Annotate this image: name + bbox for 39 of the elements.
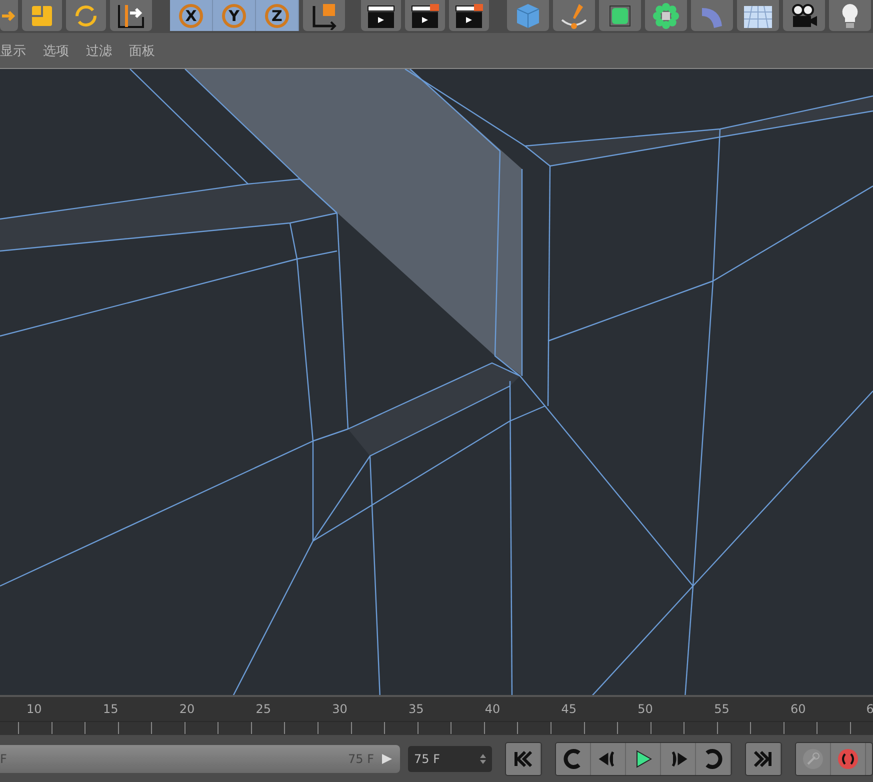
ruler-label: 10 <box>26 702 43 716</box>
floor-grid-icon[interactable] <box>737 0 779 31</box>
pen-icon[interactable] <box>553 0 595 31</box>
ruler-label: 60 <box>789 702 807 716</box>
scale-tool-icon[interactable] <box>22 0 62 31</box>
record-icon <box>837 748 859 770</box>
ruler-label: 20 <box>178 702 196 716</box>
ruler-label: 6 <box>866 702 873 716</box>
menu-item[interactable]: 面板 <box>129 42 155 60</box>
clapperboard-icon[interactable] <box>405 0 445 31</box>
key-icon <box>802 748 824 770</box>
ruler-label: 30 <box>331 702 348 716</box>
ruler-label: 35 <box>408 702 425 716</box>
clapperboard-icon[interactable] <box>361 0 401 31</box>
ruler-label: 55 <box>713 702 730 716</box>
spinner-icon <box>480 752 486 764</box>
ruler-label: 50 <box>636 702 654 716</box>
ruler-label: 40 <box>484 702 502 716</box>
ruler-label: 25 <box>254 702 272 716</box>
previous-key-button[interactable] <box>556 742 591 774</box>
camera-icon[interactable] <box>783 0 825 31</box>
axis-toggle[interactable]: Y <box>213 0 256 31</box>
box-selection-icon[interactable] <box>599 0 641 31</box>
axis-toggle[interactable]: X <box>170 0 213 31</box>
menu-item[interactable]: 选项 <box>43 42 69 60</box>
key-button[interactable] <box>796 742 831 774</box>
menu-item[interactable]: 显示 <box>0 42 26 60</box>
frame-input-field[interactable]: 75 F <box>408 746 492 772</box>
axis-toggle[interactable]: Z <box>256 0 299 31</box>
move-tool-icon[interactable] <box>0 0 18 31</box>
frame-range-slider[interactable]: F 75 F <box>0 744 400 772</box>
ruler-label: 45 <box>560 702 578 716</box>
ruler-label: 15 <box>102 702 120 716</box>
coordinate-system-icon[interactable] <box>303 0 345 31</box>
cloner-icon[interactable] <box>645 0 687 31</box>
transform-tool-icon[interactable] <box>110 0 152 31</box>
light-bulb-icon[interactable] <box>829 0 871 31</box>
clapperboard-icon[interactable] <box>449 0 489 31</box>
menu-item[interactable]: 过滤 <box>86 42 112 60</box>
